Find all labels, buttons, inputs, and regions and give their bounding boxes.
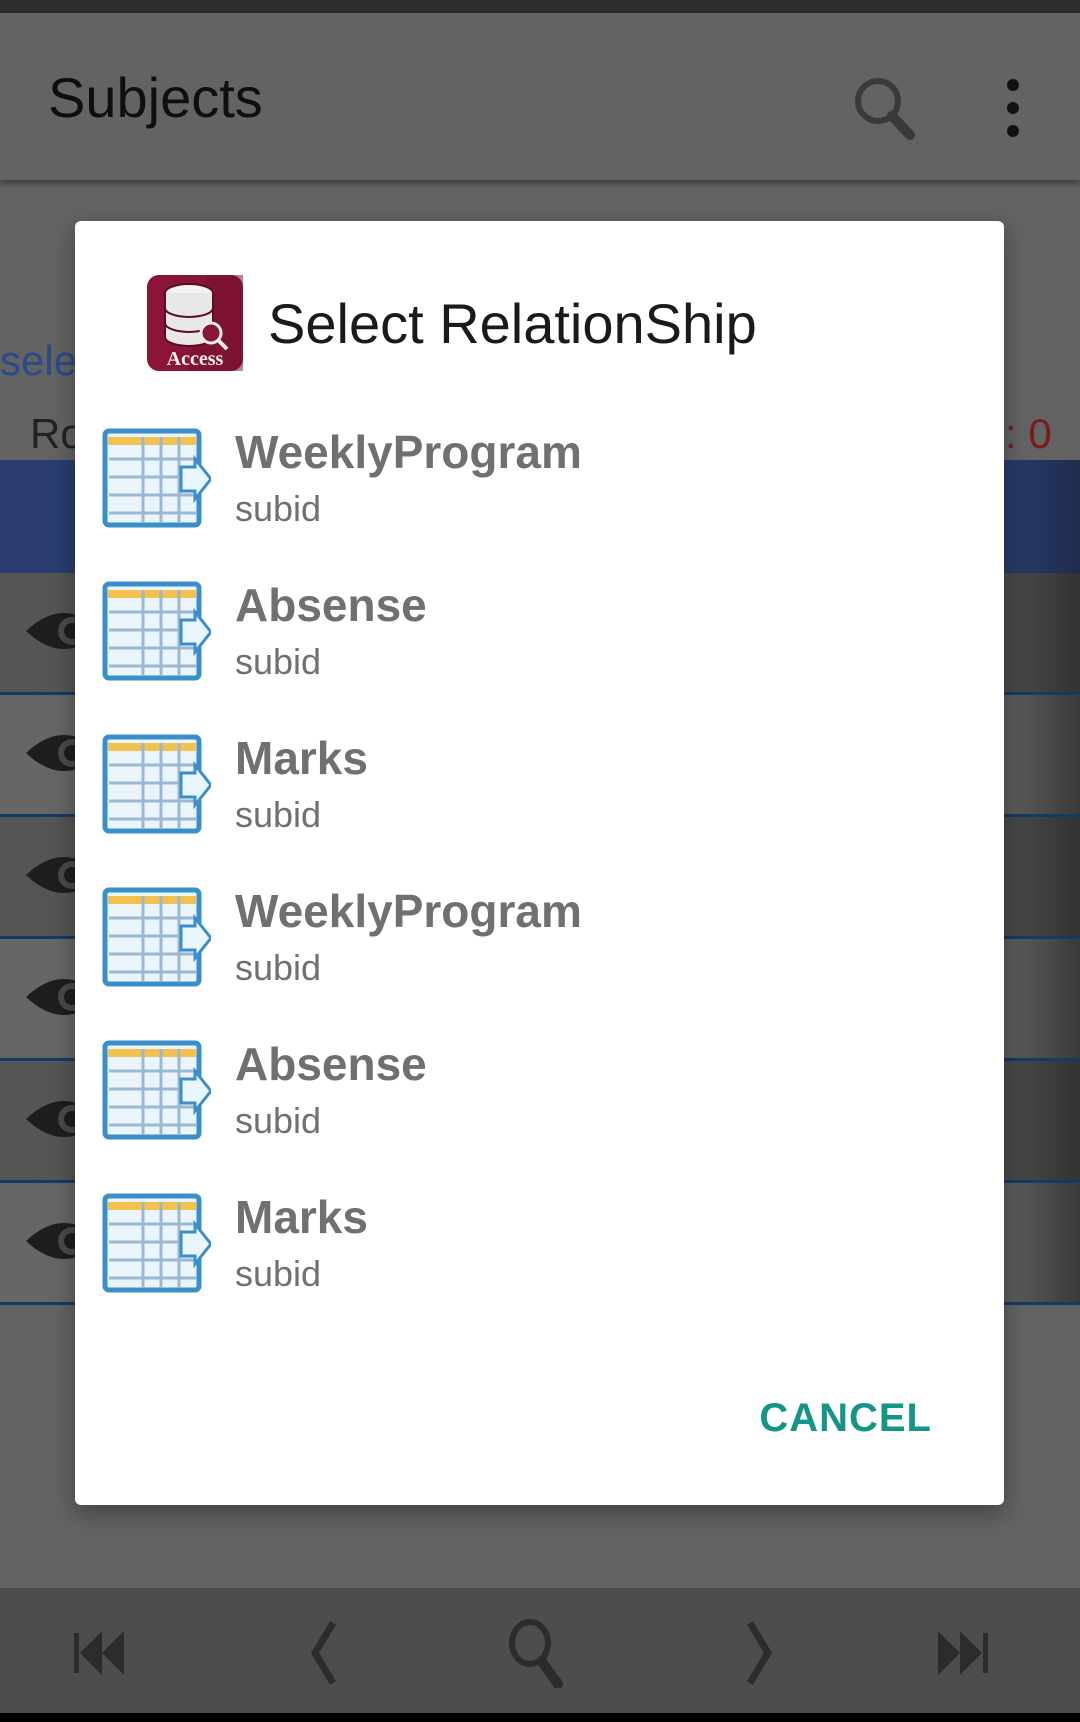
dialog-title: Select RelationShip <box>268 292 757 355</box>
relationship-field: subid <box>235 1100 322 1141</box>
relationship-field: subid <box>235 641 322 682</box>
table-link-icon <box>102 428 211 528</box>
table-link-icon <box>102 887 211 987</box>
access-db-icon: Access <box>147 275 243 371</box>
relationship-field: subid <box>235 947 322 988</box>
status-bar <box>0 0 1080 13</box>
table-link-icon <box>102 581 211 681</box>
first-icon[interactable] <box>68 1618 148 1688</box>
table-link-icon <box>102 1040 211 1140</box>
relationship-table-name: Absense <box>235 1038 427 1090</box>
relationship-item[interactable]: Marks subid <box>75 723 1004 876</box>
relationship-field: subid <box>235 488 322 529</box>
search-icon[interactable] <box>500 1618 580 1688</box>
table-link-icon <box>102 1193 211 1293</box>
last-icon[interactable] <box>930 1618 1010 1688</box>
relationship-table-name: Absense <box>235 579 427 631</box>
relationship-table-name: Marks <box>235 1191 368 1243</box>
svg-text:Access: Access <box>167 348 224 370</box>
relationship-table-name: Marks <box>235 732 368 784</box>
more-vert-icon[interactable] <box>995 73 1031 143</box>
next-icon[interactable] <box>718 1618 798 1688</box>
relationship-table-name: WeeklyProgram <box>235 426 582 478</box>
cancel-button[interactable]: CANCEL <box>759 1396 932 1441</box>
app-toolbar: Subjects <box>0 13 1080 180</box>
row-count: : 0 <box>1005 410 1052 457</box>
select-link[interactable]: sele <box>0 337 77 385</box>
relationship-item[interactable]: Absense subid <box>75 1029 1004 1182</box>
relationship-list: WeeklyProgram subid Absense subid Marks … <box>75 417 1004 1335</box>
bottom-nav <box>0 1588 1080 1713</box>
system-nav-strip <box>0 1713 1080 1722</box>
relationship-field: subid <box>235 794 322 835</box>
relationship-item[interactable]: Marks subid <box>75 1182 1004 1335</box>
select-relationship-dialog: Access Select RelationShip WeeklyProgram… <box>75 221 1004 1505</box>
search-icon[interactable] <box>850 73 920 143</box>
relationship-item[interactable]: WeeklyProgram subid <box>75 876 1004 1029</box>
relationship-table-name: WeeklyProgram <box>235 885 582 937</box>
relationship-field: subid <box>235 1253 322 1294</box>
previous-icon[interactable] <box>285 1618 365 1688</box>
relationship-item[interactable]: Absense subid <box>75 570 1004 723</box>
page-title: Subjects <box>48 66 263 129</box>
table-link-icon <box>102 734 211 834</box>
relationship-item[interactable]: WeeklyProgram subid <box>75 417 1004 570</box>
